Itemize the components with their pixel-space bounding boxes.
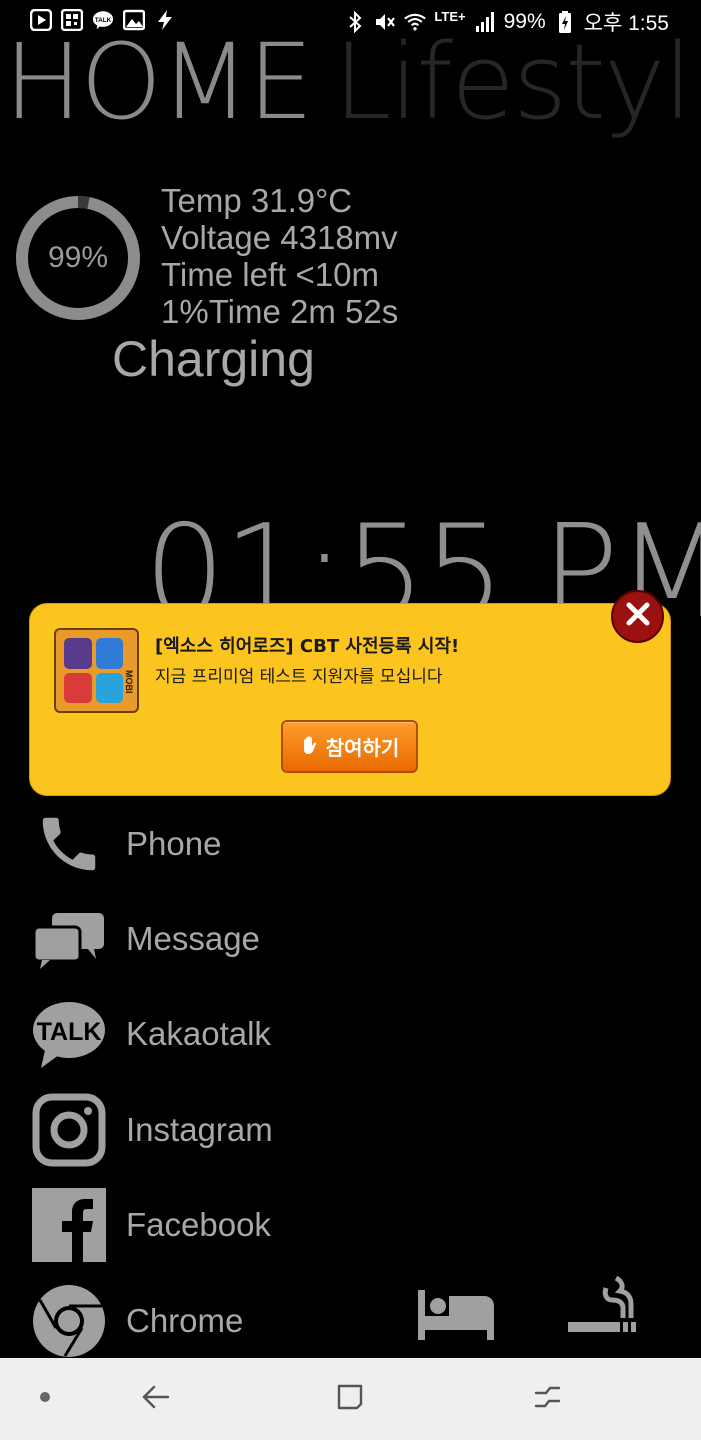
close-icon [625, 601, 651, 632]
kakaotalk-icon: TALK [30, 995, 108, 1073]
app-label: Message [126, 920, 260, 957]
ad-banner[interactable]: MOBI [엑소스 히어로즈] CBT 사전등록 시작! 지금 프리미엄 테스트… [29, 603, 671, 796]
home-title: HOME [4, 21, 314, 143]
message-icon [30, 900, 108, 978]
navigation-bar [0, 1358, 701, 1440]
bed-icon[interactable] [416, 1286, 496, 1342]
battery-percent-label: 99% [47, 241, 109, 274]
participate-button[interactable]: 참여하기 [281, 720, 418, 773]
battery-time-left: Time left <10m [161, 256, 379, 293]
lifestyle-title[interactable]: Lifestyl [334, 21, 693, 143]
dot-icon [39, 1390, 51, 1408]
back-button[interactable] [132, 1376, 178, 1422]
chrome-icon [30, 1282, 108, 1360]
mobi-logo: MOBI [54, 628, 139, 713]
recents-button[interactable] [524, 1376, 570, 1422]
app-kakaotalk[interactable]: TALK Kakaotalk [30, 994, 271, 1074]
page-title: HOME Lifestyl [4, 30, 692, 134]
logo-text: MOBI [124, 670, 134, 694]
instagram-icon [30, 1091, 108, 1169]
facebook-icon [30, 1186, 108, 1264]
app-facebook[interactable]: Facebook [30, 1185, 271, 1265]
svg-text:TALK: TALK [37, 1018, 102, 1046]
ad-subtitle: 지금 프리미엄 테스트 지원자를 모십니다 [155, 667, 443, 687]
app-chrome[interactable]: Chrome [30, 1281, 243, 1361]
recents-icon [532, 1382, 562, 1417]
app-label: Kakaotalk [126, 1015, 271, 1052]
battery-temp: Temp 31.9°C [161, 182, 353, 219]
back-icon [140, 1382, 170, 1417]
battery-voltage: Voltage 4318mv [161, 219, 398, 256]
smoking-icon[interactable] [566, 1276, 638, 1340]
app-instagram[interactable]: Instagram [30, 1090, 273, 1170]
charging-status: Charging [112, 331, 315, 387]
app-label: Instagram [126, 1111, 273, 1148]
app-label: Chrome [126, 1302, 244, 1339]
home-icon [335, 1382, 365, 1417]
close-button[interactable] [611, 590, 664, 643]
battery-per-percent-time: 1%Time 2m 52s [161, 293, 399, 330]
hand-icon [300, 733, 322, 760]
home-button[interactable] [327, 1376, 373, 1422]
dot-button[interactable] [22, 1376, 68, 1422]
app-label: Facebook [126, 1206, 271, 1243]
ad-title: [엑소스 히어로즈] CBT 사전등록 시작! [155, 636, 460, 657]
battery-info: Temp 31.9°C Voltage 4318mv Time left <10… [161, 182, 398, 330]
phone-icon [30, 805, 108, 883]
app-message[interactable]: Message [30, 899, 260, 979]
app-phone[interactable]: Phone [30, 804, 221, 884]
app-label: Phone [126, 825, 222, 862]
participate-label: 참여하기 [325, 736, 400, 760]
